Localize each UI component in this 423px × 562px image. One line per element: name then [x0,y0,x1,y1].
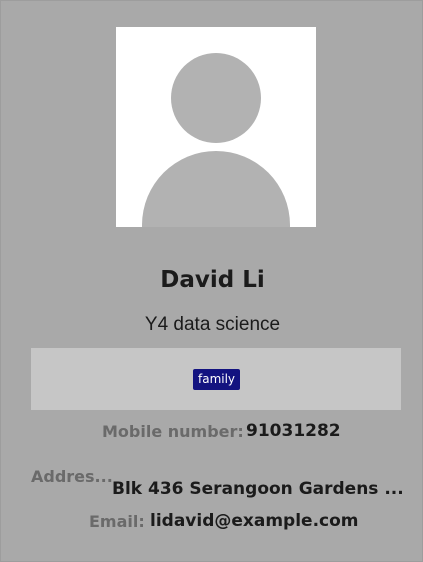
avatar-body-shape [142,151,290,227]
email-value: lidavid@example.com [150,511,359,531]
contact-name: David Li [160,267,265,293]
contact-card: David Li Y4 data science family Mobile n… [0,0,423,562]
tags-panel: family [31,348,401,410]
avatar-head-shape [171,53,261,143]
email-label: Email: [89,512,145,531]
address-value: Blk 436 Serangoon Gardens ... [112,479,404,499]
tag-family[interactable]: family [193,369,241,390]
address-label: Addres... [31,467,113,486]
contact-subtitle: Y4 data science [144,314,281,335]
mobile-value: 91031282 [246,421,341,441]
mobile-label: Mobile number: [102,422,244,441]
avatar [116,27,316,227]
